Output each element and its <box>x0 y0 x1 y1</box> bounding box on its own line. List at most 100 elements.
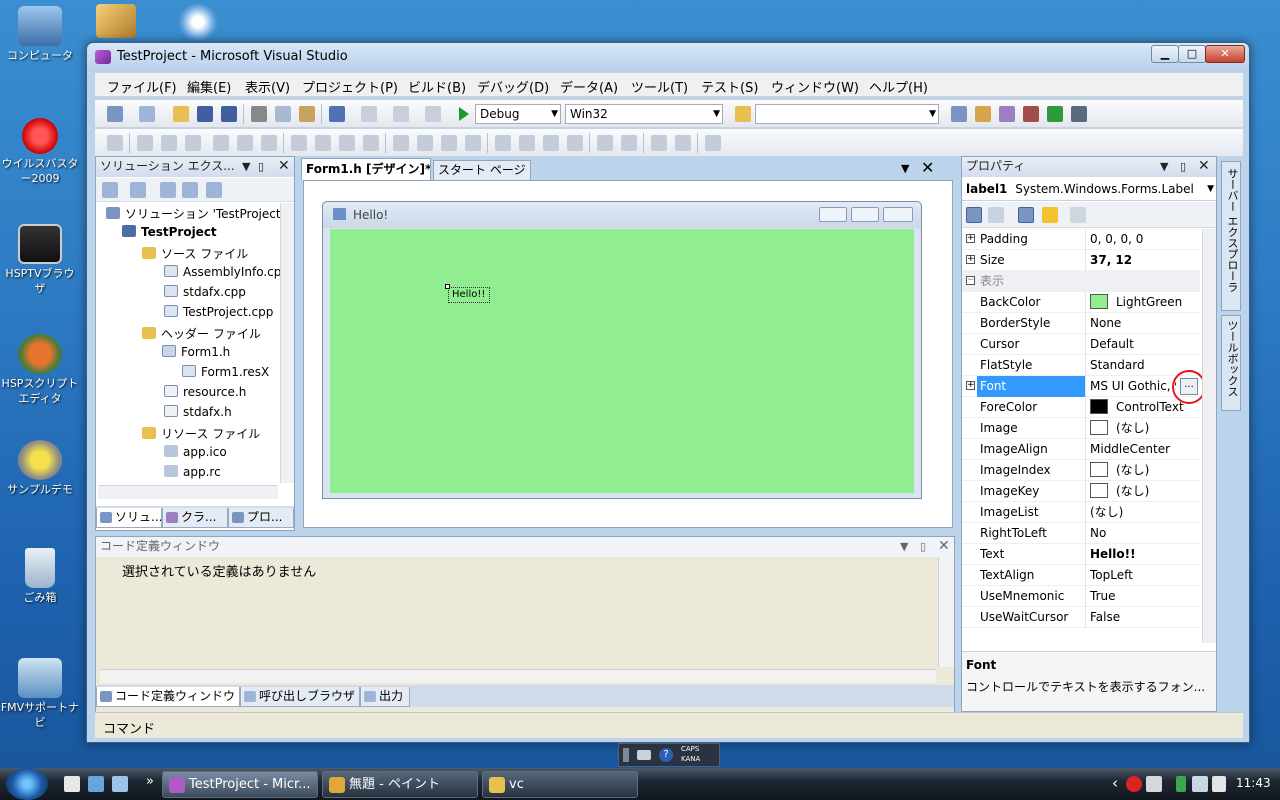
property-row-imagekey[interactable]: ImageKey (なし) <box>962 481 1200 502</box>
pin-icon[interactable]: ▯ <box>920 537 926 556</box>
align-middle-icon[interactable] <box>237 135 253 151</box>
same-size-icon[interactable] <box>339 135 355 151</box>
solution-explorer-icon[interactable] <box>951 106 967 122</box>
bring-to-front-icon[interactable] <box>651 135 667 151</box>
form-client-area[interactable]: Hello!! <box>330 229 914 493</box>
view-class-diagram-icon[interactable] <box>182 182 198 198</box>
properties-view-icon[interactable] <box>1018 207 1034 223</box>
tray-chevron[interactable]: ‹ <box>1112 774 1118 792</box>
save-icon[interactable] <box>197 106 213 122</box>
battery-icon[interactable] <box>1176 776 1186 792</box>
close-icon[interactable]: ✕ <box>278 157 290 176</box>
menu-debug[interactable]: デバッグ(D) <box>477 77 549 96</box>
increase-v-spacing-icon[interactable] <box>519 135 535 151</box>
minimize-button[interactable]: ▁ <box>1151 45 1179 63</box>
align-grid-icon[interactable] <box>107 135 123 151</box>
solution-config-select[interactable]: Debug ▼ <box>475 104 561 124</box>
size-to-grid-icon[interactable] <box>363 135 379 151</box>
quicklaunch-icon[interactable] <box>88 776 104 792</box>
virusbuster-tray-icon[interactable] <box>1126 776 1142 792</box>
property-row-size[interactable]: + Size 37, 12 <box>962 250 1200 271</box>
taskbar-button-visual-studio[interactable]: TestProject - Micr... <box>162 771 318 798</box>
vertical-scrollbar[interactable] <box>1202 229 1216 643</box>
tree-item-form1-h[interactable]: Form1.h <box>162 345 230 359</box>
quicklaunch-chevron[interactable]: » <box>146 774 154 789</box>
ime-language-bar[interactable]: ? CAPS KANA <box>618 743 720 767</box>
taskbar-button-paint[interactable]: 無題 - ペイント <box>322 771 478 798</box>
volume-icon[interactable] <box>1212 776 1226 792</box>
pin-icon[interactable]: ▯ <box>258 157 264 176</box>
maximize-button[interactable]: □ <box>1178 45 1206 63</box>
property-row-textalign[interactable]: TextAlign TopLeft <box>962 565 1200 586</box>
toolbox-icon[interactable] <box>1023 106 1039 122</box>
pin-icon[interactable]: ▯ <box>1180 157 1186 176</box>
horizontal-scrollbar[interactable] <box>98 485 278 499</box>
menu-build[interactable]: ビルド(B) <box>408 77 466 96</box>
save-all-icon[interactable] <box>221 106 237 122</box>
tree-item-source-files[interactable]: ソース ファイル <box>142 245 248 262</box>
property-row-usewaitcursor[interactable]: UseWaitCursor False <box>962 607 1200 628</box>
same-width-icon[interactable] <box>291 135 307 151</box>
center-vertically-icon[interactable] <box>621 135 637 151</box>
undo-icon[interactable] <box>329 106 345 122</box>
desktop-icon-virusbuster[interactable]: ウイルスバスター2009 <box>0 118 80 186</box>
desktop-icon-hsptv[interactable]: HSPTVブラウザ <box>0 224 80 296</box>
send-to-back-icon[interactable] <box>675 135 691 151</box>
menu-data[interactable]: データ(A) <box>560 77 618 96</box>
quicklaunch-icon[interactable] <box>112 776 128 792</box>
form-window[interactable]: Hello! Hello!! <box>322 201 922 499</box>
horizontal-spacing-icon[interactable] <box>393 135 409 151</box>
tray-icon[interactable] <box>1146 776 1162 792</box>
vertical-scrollbar[interactable] <box>938 557 954 667</box>
align-center-icon[interactable] <box>161 135 177 151</box>
solution-platform-select[interactable]: Win32 ▼ <box>565 104 723 124</box>
copy-icon[interactable] <box>275 106 291 122</box>
align-bottom-icon[interactable] <box>261 135 277 151</box>
tab-code-definition[interactable]: コード定義ウィンドウ <box>96 687 240 707</box>
tab-call-browser[interactable]: 呼び出しブラウザ <box>240 687 360 707</box>
redo-icon[interactable] <box>361 106 377 122</box>
property-row-imagealign[interactable]: ImageAlign MiddleCenter <box>962 439 1200 460</box>
tree-item-assemblyinfo[interactable]: AssemblyInfo.cp <box>164 265 281 279</box>
remove-h-spacing-icon[interactable] <box>465 135 481 151</box>
property-row-cursor[interactable]: Cursor Default <box>962 334 1200 355</box>
menu-help[interactable]: ヘルプ(H) <box>869 77 928 96</box>
property-row-forecolor[interactable]: ForeColor ControlText <box>962 397 1200 418</box>
tab-start-page[interactable]: スタート ページ <box>433 160 531 180</box>
categorized-icon[interactable] <box>966 207 982 223</box>
object-browser-icon[interactable] <box>999 106 1015 122</box>
property-row-righttoleft[interactable]: RightToLeft No <box>962 523 1200 544</box>
vertical-scrollbar[interactable] <box>280 203 294 483</box>
title-bar[interactable]: TestProject - Microsoft Visual Studio ▁ … <box>87 43 1249 71</box>
tab-solution-explorer[interactable]: ソリュ... <box>96 508 162 528</box>
close-icon[interactable]: ✕ <box>921 158 934 177</box>
tab-output[interactable]: 出力 <box>360 687 410 707</box>
collapse-icon[interactable]: − <box>966 276 975 285</box>
tab-property-manager[interactable]: プロ... <box>228 508 294 528</box>
network-icon[interactable] <box>1192 776 1208 792</box>
tree-item-resource-h[interactable]: resource.h <box>164 385 246 399</box>
property-category-display[interactable]: − 表示 <box>962 271 1200 292</box>
find-combo[interactable]: ▼ <box>755 104 939 124</box>
property-row-borderstyle[interactable]: BorderStyle None <box>962 313 1200 334</box>
properties-icon[interactable] <box>102 182 118 198</box>
expand-icon[interactable]: + <box>966 234 975 243</box>
tree-item-testproject-cpp[interactable]: TestProject.cpp <box>164 305 273 319</box>
tree-item-stdafx-h[interactable]: stdafx.h <box>164 405 232 419</box>
label1-control[interactable]: Hello!! <box>448 287 490 303</box>
start-debugging-icon[interactable] <box>459 107 469 121</box>
start-page-icon[interactable] <box>1047 106 1063 122</box>
command-bar[interactable]: コマンド <box>95 712 1243 738</box>
vertical-spacing-icon[interactable] <box>495 135 511 151</box>
property-pages-icon[interactable] <box>1070 207 1086 223</box>
start-button[interactable] <box>6 768 48 800</box>
chevron-down-icon[interactable]: ▼ <box>901 162 909 175</box>
close-button[interactable]: ✕ <box>1205 45 1245 63</box>
navigate-forward-icon[interactable] <box>425 106 441 122</box>
tree-item-solution[interactable]: ソリューション 'TestProject <box>106 205 281 222</box>
desktop-icon-hsp-editor[interactable]: HSPスクリプトエディタ <box>0 334 80 406</box>
menu-window[interactable]: ウィンドウ(W) <box>771 77 859 96</box>
desktop-icon-fmv-support[interactable]: FMVサポートナビ <box>0 658 80 730</box>
tree-item-form1-resx[interactable]: Form1.resX <box>182 365 269 379</box>
paint-tools-icon[interactable] <box>96 4 136 38</box>
